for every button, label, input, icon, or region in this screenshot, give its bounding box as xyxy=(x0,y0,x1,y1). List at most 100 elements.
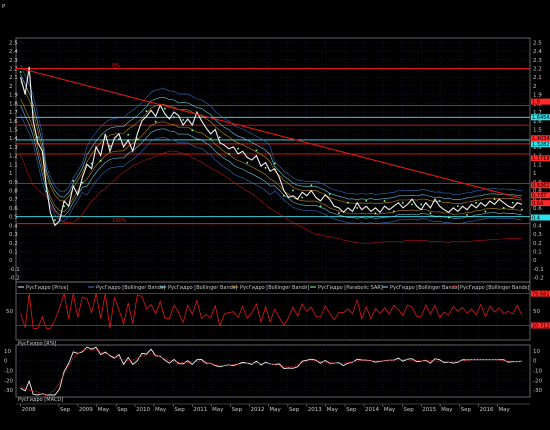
y-tick-left: 0.8 xyxy=(9,189,18,195)
y-tick-right: 0 xyxy=(533,258,537,264)
parabolic-sar-point xyxy=(493,198,496,201)
macd-legend: PycГидро [MACD] xyxy=(18,397,63,403)
y-tick-left: 0.5 xyxy=(9,215,18,221)
parabolic-sar-point xyxy=(365,200,368,202)
parabolic-sar-point xyxy=(118,138,120,140)
parabolic-sar-point xyxy=(173,116,175,119)
x-tick-label: May xyxy=(212,407,224,413)
y-tick-left: -0.2 xyxy=(9,276,20,282)
fib-level-label: 0% xyxy=(112,63,120,69)
parabolic-sar-point xyxy=(512,201,514,204)
y-tick-left: 1.5 xyxy=(9,128,18,134)
y-tick-left: 2.5 xyxy=(9,40,18,46)
price-label-text: 1.6454 xyxy=(532,115,550,121)
parabolic-sar-point xyxy=(182,119,184,121)
x-tick-label: Sep xyxy=(117,407,128,413)
parabolic-sar-point xyxy=(191,129,194,132)
macd-y-tick-right: 0 xyxy=(533,359,537,365)
macd-y-tick: 10 xyxy=(4,349,11,355)
y-tick-left: 1.2 xyxy=(9,154,18,160)
rsi-label-text: 79.6817 xyxy=(532,291,550,297)
y-tick-left: 2.4 xyxy=(9,49,18,55)
x-tick-label: Sep xyxy=(174,407,185,413)
y-tick-left: 1.4 xyxy=(9,136,18,142)
y-tick-left: 0.7 xyxy=(9,197,18,203)
legend-entry: PycГидро [Bollinger Bands] xyxy=(460,285,529,291)
macd-y-tick-right: -20 xyxy=(533,378,542,384)
y-tick-left: 0 xyxy=(9,258,13,264)
macd-y-tick: 0 xyxy=(4,359,8,365)
y-tick-left: 0.4 xyxy=(9,223,18,229)
y-tick-left: 0.9 xyxy=(9,180,18,186)
legend-entry: PycГидро [Bollinger Bands] xyxy=(390,285,459,291)
fib-level-label: 100% xyxy=(112,218,127,224)
macd-y-tick: -20 xyxy=(4,378,13,384)
x-tick-label: 2008 xyxy=(22,407,36,413)
parabolic-sar-point xyxy=(475,201,477,204)
price-label-text: 1.8 xyxy=(532,99,540,105)
x-tick-label: May xyxy=(498,407,510,413)
parabolic-sar-point xyxy=(218,136,221,139)
price-label-text: 1.1719 xyxy=(532,156,550,162)
x-tick-label: 2015 xyxy=(422,407,436,413)
price-label-text: 0.8362 xyxy=(532,183,550,189)
parabolic-sar-point xyxy=(328,193,331,195)
parabolic-sar-point xyxy=(420,203,423,206)
parabolic-sar-point xyxy=(484,210,487,213)
y-tick-left: 2.3 xyxy=(9,58,18,64)
parabolic-sar-point xyxy=(283,194,285,197)
price-label-text: 1.3282 xyxy=(532,142,550,148)
x-tick-label: Sep xyxy=(60,407,71,413)
x-tick-label: May xyxy=(98,407,110,413)
y-tick-left: 0.6 xyxy=(9,206,18,212)
parabolic-sar-point xyxy=(154,120,157,123)
legend-entry: PycГидро [Bollinger Bands] xyxy=(96,285,165,291)
y-tick-right: 2.5 xyxy=(533,40,542,46)
legend-entry: PycГидро [Bollinger Bands] xyxy=(240,285,309,291)
macd-y-tick: -10 xyxy=(4,369,13,375)
price-label-text: 0.64 xyxy=(532,201,543,207)
price-label-text: 0.4 xyxy=(532,215,540,221)
x-tick-label: Sep xyxy=(289,407,300,413)
y-tick-right: -0.2 xyxy=(533,276,544,282)
parabolic-sar-point xyxy=(502,207,505,209)
parabolic-sar-point xyxy=(310,184,313,187)
x-tick-label: 2012 xyxy=(251,407,265,413)
parabolic-sar-point xyxy=(392,210,395,213)
parabolic-sar-point xyxy=(63,205,65,207)
legend-entry: PycГидро [Bollinger Bands] xyxy=(168,285,237,291)
x-tick-label: May xyxy=(155,407,167,413)
y-tick-right: -0.1 xyxy=(533,267,544,273)
parabolic-sar-point xyxy=(45,190,48,193)
y-tick-right: 2.1 xyxy=(533,75,542,81)
y-tick-left: 1.1 xyxy=(9,162,18,168)
parabolic-sar-point xyxy=(429,212,432,214)
x-tick-label: May xyxy=(327,407,339,413)
parabolic-sar-point xyxy=(109,145,111,147)
rsi-y-tick-right: 50 xyxy=(533,309,540,315)
x-tick-label: 2010 xyxy=(136,407,150,413)
y-tick-left: 1.9 xyxy=(9,93,18,99)
rsi-label-text: 20.7128 xyxy=(532,323,550,329)
y-tick-left: -0.1 xyxy=(9,267,20,273)
y-tick-left: 2 xyxy=(9,84,13,90)
parabolic-sar-point xyxy=(54,219,56,221)
y-tick-right: 2 xyxy=(533,84,537,90)
parabolic-sar-point xyxy=(264,167,267,169)
parabolic-sar-point xyxy=(228,153,230,155)
parabolic-sar-point xyxy=(99,160,102,162)
chart-workspace[interactable]: P 2.5 2.52.4 2.42.3 2.32.2 2.22.1 2.12 21.9 1.9… xyxy=(0,0,550,430)
x-tick-label: 2011 xyxy=(193,407,207,413)
x-tick-label: May xyxy=(441,407,453,413)
y-tick-left: 1.8 xyxy=(9,101,18,107)
parabolic-sar-point xyxy=(319,205,322,207)
x-tick-label: 2013 xyxy=(308,407,322,413)
x-tick-label: Sep xyxy=(346,407,357,413)
y-tick-right: 1.1 xyxy=(533,162,542,168)
parabolic-sar-point xyxy=(338,212,340,214)
macd-y-tick-right: -10 xyxy=(533,369,542,375)
y-tick-right: 2.4 xyxy=(533,49,542,55)
parabolic-sar-point xyxy=(521,208,523,211)
parabolic-sar-point xyxy=(36,136,39,139)
legend-entry: PycГидро [Price] xyxy=(26,285,68,291)
